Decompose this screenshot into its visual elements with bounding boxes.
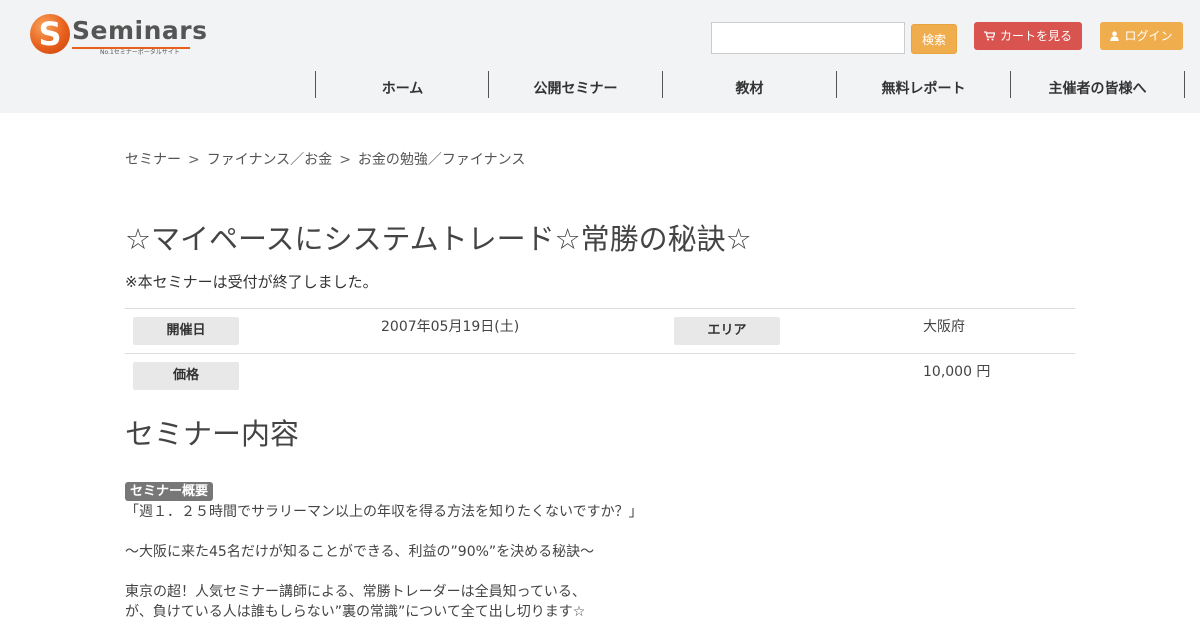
- breadcrumb-separator: >: [188, 152, 200, 168]
- login-button-label: ログイン: [1124, 29, 1173, 43]
- price-label: 価格: [133, 362, 239, 390]
- cart-button[interactable]: カートを見る: [974, 22, 1082, 50]
- breadcrumb-item-money-study[interactable]: お金の勉強／ファイナンス: [358, 152, 525, 168]
- description-line: 東京の超！人気セミナー講師による、常勝トレーダーは全員知っている、: [125, 584, 586, 600]
- breadcrumb: セミナー > ファイナンス／お金 > お金の勉強／ファイナンス: [125, 150, 525, 170]
- search-button[interactable]: 検索: [911, 24, 957, 54]
- logo-tagline: No.1セミナーポータルサイト: [100, 49, 180, 56]
- logo-wordmark: Seminars: [72, 16, 208, 45]
- login-button[interactable]: ログイン: [1100, 22, 1183, 50]
- overview-badge: セミナー概要: [125, 482, 214, 501]
- nav-item-for-organizers[interactable]: 主催者の皆様へ: [1011, 79, 1184, 99]
- site-header: S Seminars No.1セミナーポータルサイト 検索 カートを見る ログイ…: [0, 0, 1200, 113]
- divider: [125, 353, 1075, 354]
- shopping-cart-icon: [983, 23, 996, 51]
- site-logo[interactable]: S Seminars No.1セミナーポータルサイト: [30, 14, 207, 58]
- area-label: エリア: [674, 317, 780, 345]
- description-line: が、負けている人は誰もしらない”裏の常識”について全て出し切ります☆: [125, 604, 586, 620]
- date-value: 2007年05月19日(土): [381, 319, 520, 335]
- nav-item-materials[interactable]: 教材: [663, 79, 836, 99]
- description-line: 「週１．２５時間でサラリーマン以上の年収を得る方法を知りたくないですか？」: [125, 504, 643, 520]
- divider: [125, 308, 1075, 309]
- seminar-description: 「週１．２５時間でサラリーマン以上の年収を得る方法を知りたくないですか？」 〜大…: [125, 502, 1075, 642]
- area-value: 大阪府: [923, 319, 965, 335]
- closed-notice: ※本セミナーは受付が終了しました。: [125, 273, 378, 291]
- user-icon: [1110, 23, 1120, 51]
- nav-divider: [1184, 71, 1185, 98]
- description-line: 〜大阪に来た45名だけが知ることができる、利益の”90%”を決める秘訣〜: [125, 544, 595, 560]
- nav-item-home[interactable]: ホーム: [316, 79, 489, 99]
- breadcrumb-item-finance[interactable]: ファイナンス／お金: [207, 152, 332, 168]
- cart-button-label: カートを見る: [999, 29, 1072, 43]
- breadcrumb-item-seminar[interactable]: セミナー: [125, 152, 181, 168]
- price-value: 10,000 円: [923, 364, 991, 380]
- description-paragraph: 「週１．２５時間でサラリーマン以上の年収を得る方法を知りたくないですか？」: [125, 502, 1075, 522]
- search-input[interactable]: [711, 22, 905, 54]
- logo-letter: S: [38, 15, 62, 53]
- nav-item-public-seminars[interactable]: 公開セミナー: [489, 79, 662, 99]
- page-title: ☆マイペースにシステムトレード☆常勝の秘訣☆: [125, 222, 752, 256]
- date-label: 開催日: [133, 317, 239, 345]
- description-paragraph: 〜大阪に来た45名だけが知ることができる、利益の”90%”を決める秘訣〜: [125, 542, 1075, 562]
- description-paragraph: 東京の超！人気セミナー講師による、常勝トレーダーは全員知っている、 が、負けている…: [125, 582, 1075, 622]
- nav-item-free-reports[interactable]: 無料レポート: [837, 79, 1010, 99]
- section-heading: セミナー内容: [125, 417, 300, 451]
- breadcrumb-separator: >: [339, 152, 351, 168]
